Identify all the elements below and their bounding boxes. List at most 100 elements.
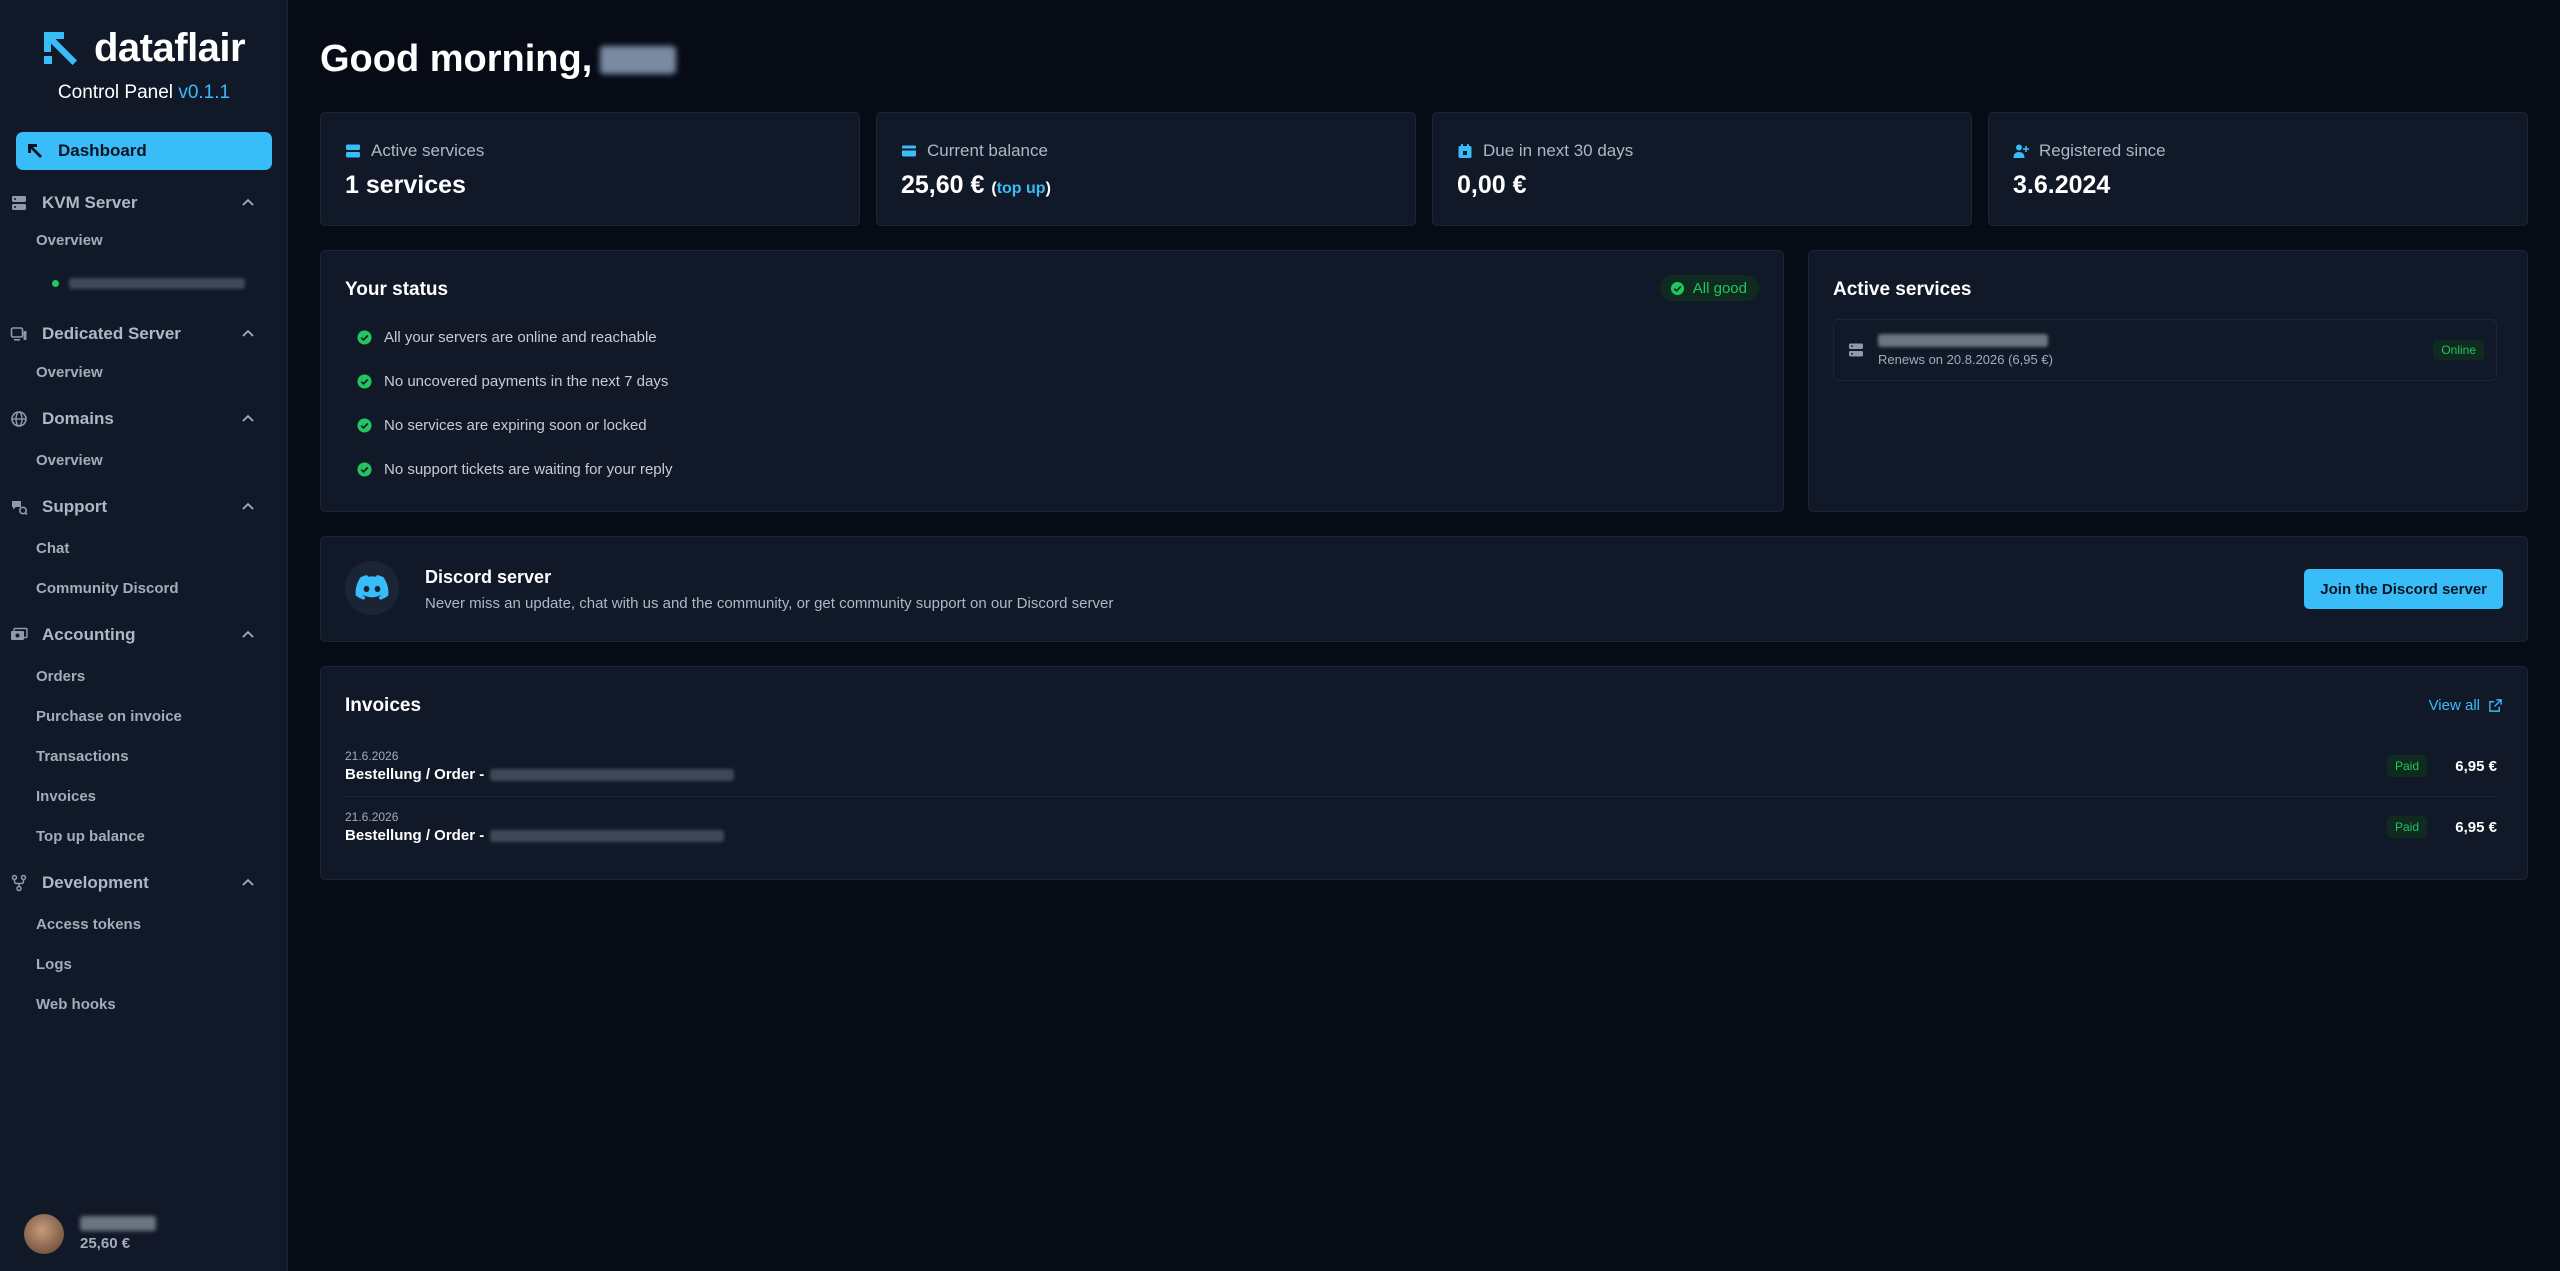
sidebar-group-development[interactable]: Development — [10, 869, 256, 897]
status-item-text: No support tickets are waiting for your … — [384, 461, 673, 478]
stat-card-active-services: Active services 1 services — [320, 112, 860, 226]
invoice-row[interactable]: 21.6.2026 Bestellung / Order - Paid 6,95… — [345, 749, 2497, 809]
discord-description: Never miss an update, chat with us and t… — [425, 595, 1114, 612]
sidebar-item-dashboard[interactable]: Dashboard — [16, 132, 272, 170]
sidebar-item-dedicated-overview[interactable]: Overview — [36, 364, 103, 381]
sidebar-item-label: Dashboard — [58, 141, 147, 160]
view-all-text: View all — [2428, 697, 2480, 714]
invoice-title: Bestellung / Order - — [345, 766, 735, 783]
check-circle-icon — [357, 374, 372, 389]
sidebar-group-label: Development — [42, 873, 149, 892]
sidebar-item-kvm-overview[interactable]: Overview — [36, 232, 103, 249]
discord-icon — [345, 561, 399, 615]
chevron-up-icon[interactable] — [240, 326, 256, 342]
dedicated-server-icon — [10, 327, 27, 341]
invoices-title: Invoices — [345, 695, 422, 716]
sidebar: dataflair Control Panel v0.1.1 Dashboard… — [0, 0, 288, 1271]
active-services-card: Active services Renews on 20.8.2026 (6,9… — [1808, 250, 2528, 512]
join-discord-button[interactable]: Join the Discord server — [2304, 569, 2503, 609]
status-item: No uncovered payments in the next 7 days — [357, 373, 668, 390]
sidebar-nav: Dashboard — [16, 132, 272, 170]
sidebar-item-domains-overview[interactable]: Overview — [36, 452, 103, 469]
brand-name: dataflair — [94, 26, 246, 70]
chevron-up-icon[interactable] — [240, 499, 256, 515]
avatar[interactable] — [24, 1214, 64, 1254]
server-icon — [346, 144, 360, 158]
wallet-icon — [902, 145, 916, 157]
sidebar-group-label: Dedicated Server — [42, 324, 181, 343]
service-row[interactable]: Renews on 20.8.2026 (6,95 €) Online — [1833, 319, 2497, 381]
chevron-up-icon[interactable] — [240, 411, 256, 427]
sidebar-group-support[interactable]: Support — [10, 493, 256, 521]
arrow-icon — [28, 144, 42, 158]
stat-label-text: Due in next 30 days — [1483, 141, 1634, 160]
status-item: No services are expiring soon or locked — [357, 417, 647, 434]
redacted-order-id — [490, 829, 725, 842]
brand-subtitle: Control Panel v0.1.1 — [0, 82, 288, 104]
branch-icon — [11, 874, 27, 892]
globe-icon — [11, 411, 27, 427]
check-circle-icon — [357, 462, 372, 477]
chevron-up-icon[interactable] — [240, 875, 256, 891]
chevron-up-icon[interactable] — [240, 627, 256, 643]
status-badge: Online — [2433, 340, 2484, 360]
discord-card: Discord server Never miss an update, cha… — [320, 536, 2528, 642]
check-circle-icon — [1670, 281, 1684, 295]
stat-label: Current balance — [901, 141, 1048, 161]
status-item: All your servers are online and reachabl… — [357, 329, 657, 346]
page-title: Good morning, — [320, 38, 677, 81]
user-profile[interactable]: 25,60 € — [24, 1214, 156, 1254]
invoices-card: Invoices View all 21.6.2026 Bestellung /… — [320, 666, 2528, 880]
sidebar-group-label: Domains — [42, 409, 114, 428]
sidebar-group-accounting[interactable]: Accounting — [10, 621, 256, 649]
stat-value: 25,60 € (top up) — [901, 171, 1051, 200]
sidebar-item-kvm-service[interactable] — [52, 278, 245, 289]
sidebar-item-invoices[interactable]: Invoices — [36, 788, 96, 805]
sidebar-group-kvm-server[interactable]: KVM Server — [10, 189, 256, 217]
server-icon — [12, 196, 26, 210]
sidebar-item-orders[interactable]: Orders — [36, 668, 85, 685]
sidebar-item-access-tokens[interactable]: Access tokens — [36, 916, 141, 933]
invoice-amount: 6,95 € — [2455, 819, 2497, 836]
stat-value-text: 25,60 € — [901, 171, 985, 199]
chevron-up-icon[interactable] — [240, 195, 256, 211]
redacted-service-name — [69, 278, 245, 289]
user-info: 25,60 € — [80, 1216, 156, 1252]
sidebar-item-logs[interactable]: Logs — [36, 956, 72, 973]
invoice-amount: 6,95 € — [2455, 758, 2497, 775]
redacted-user-name — [80, 1216, 156, 1231]
status-title: Your status — [345, 279, 449, 300]
status-badge: All good — [1659, 275, 1759, 301]
sidebar-item-chat[interactable]: Chat — [36, 540, 69, 557]
money-icon — [11, 627, 28, 640]
check-circle-icon — [357, 418, 372, 433]
redacted-user-name — [600, 45, 677, 74]
invoice-row[interactable]: 21.6.2026 Bestellung / Order - Paid 6,95… — [345, 810, 2497, 870]
sidebar-item-top-up-balance[interactable]: Top up balance — [36, 828, 145, 845]
sidebar-item-transactions[interactable]: Transactions — [36, 748, 129, 765]
top-up-link[interactable]: top up — [997, 180, 1046, 197]
paid-badge: Paid — [2386, 816, 2427, 838]
service-renew-text: Renews on 20.8.2026 (6,95 €) — [1878, 352, 2053, 367]
sidebar-item-purchase-on-invoice[interactable]: Purchase on invoice — [36, 708, 182, 725]
status-item: No support tickets are waiting for your … — [357, 461, 672, 478]
status-card: Your status All good All your servers ar… — [320, 250, 1784, 512]
redacted-order-id — [490, 768, 735, 781]
view-all-link[interactable]: View all — [2429, 697, 2503, 714]
sidebar-item-community-discord[interactable]: Community Discord — [36, 580, 179, 597]
external-link-icon — [2489, 699, 2502, 712]
brand[interactable]: dataflair — [40, 26, 246, 70]
sidebar-item-web-hooks[interactable]: Web hooks — [36, 996, 116, 1013]
sidebar-group-dedicated-server[interactable]: Dedicated Server — [10, 320, 256, 348]
online-dot — [52, 280, 59, 287]
stat-card-registered-since: Registered since 3.6.2024 — [1988, 112, 2528, 226]
status-item-text: No services are expiring soon or locked — [384, 417, 647, 434]
sidebar-group-label: KVM Server — [42, 193, 138, 212]
stat-value: 3.6.2024 — [2013, 171, 2111, 199]
stat-label: Due in next 30 days — [1457, 141, 1633, 161]
sidebar-group-domains[interactable]: Domains — [10, 405, 256, 433]
calendar-icon — [1458, 144, 1472, 158]
stat-card-due-next-30-days: Due in next 30 days 0,00 € — [1432, 112, 1972, 226]
invoice-date: 21.6.2026 — [345, 810, 399, 824]
invoice-date: 21.6.2026 — [345, 749, 399, 763]
